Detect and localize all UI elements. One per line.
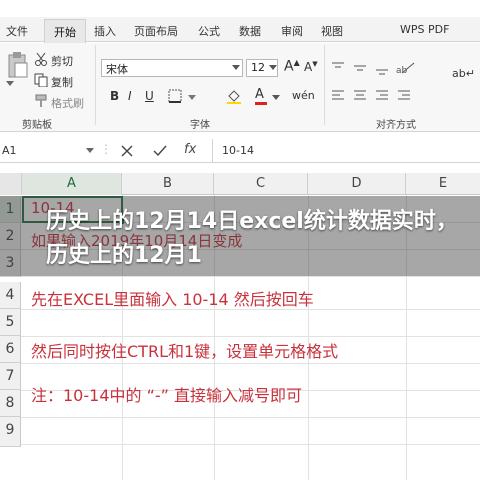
font-group-label: 字体 [190, 120, 210, 131]
tab-formulas[interactable]: 公式 [198, 23, 220, 39]
formula-input[interactable]: 10-14 [222, 144, 254, 157]
shrink-font-icon[interactable]: A▼ [304, 60, 318, 74]
checkmark-icon[interactable] [153, 145, 167, 157]
italic-icon[interactable]: I [128, 89, 132, 103]
row-header-5[interactable]: 5 [0, 309, 21, 336]
tab-wps-pdf[interactable]: WPS PDF [400, 23, 449, 36]
chevron-down-icon[interactable] [272, 95, 280, 101]
row-header-8[interactable]: 8 [0, 390, 21, 417]
cell-a6[interactable]: 然后同时按住CTRL和1键，设置单元格格式 [31, 338, 338, 362]
grid-line [0, 363, 480, 364]
copy-icon[interactable] [34, 73, 48, 87]
formula-bar: A1 ⋮ fx 10-14 [0, 139, 480, 163]
font-size-value: 12 [251, 61, 265, 74]
row-header-4[interactable]: 4 [0, 282, 21, 309]
column-header-d[interactable]: D [308, 173, 406, 195]
row-header-6[interactable]: 6 [0, 336, 21, 363]
grow-font-icon[interactable]: A▲ [284, 58, 300, 75]
scissors-icon[interactable] [34, 52, 48, 66]
tab-data[interactable]: 数据 [239, 23, 261, 39]
svg-text:ab: ab [396, 66, 408, 75]
ribbon: 剪切 复制 格式刷 剪贴板 宋体 12 A▲ A▼ B I U A wén 字体… [0, 43, 480, 132]
bold-icon[interactable]: B [110, 89, 119, 103]
clipboard-group-label: 剪贴板 [22, 120, 52, 131]
ribbon-separator [324, 45, 325, 125]
formula-divider [212, 139, 213, 163]
grid-line [0, 417, 480, 418]
font-name-select[interactable]: 宋体 [101, 59, 243, 77]
paste-icon[interactable] [6, 51, 28, 79]
border-icon[interactable] [168, 89, 182, 103]
align-left-icon[interactable] [332, 89, 420, 103]
tab-file[interactable]: 文件 [6, 23, 28, 39]
underline-icon[interactable]: U [145, 89, 154, 103]
wrap-text-icon[interactable]: ab↵ [452, 67, 475, 80]
tab-page-layout[interactable]: 页面布局 [134, 23, 178, 39]
ribbon-separator [95, 45, 96, 125]
column-header-c[interactable]: C [214, 173, 308, 195]
phonetic-icon[interactable]: wén [292, 89, 315, 102]
grid-line [0, 336, 480, 337]
column-header-b[interactable]: B [122, 173, 214, 195]
chevron-down-icon[interactable] [188, 95, 196, 101]
chevron-down-icon[interactable] [269, 65, 277, 71]
format-painter-button[interactable]: 格式刷 [51, 95, 84, 111]
more-icon: ⋮ [100, 142, 112, 156]
select-all-corner[interactable] [0, 173, 22, 195]
grid-line [0, 444, 480, 445]
chevron-down-icon[interactable] [86, 148, 94, 154]
align-top-icon[interactable]: ab [332, 61, 420, 75]
cell-a8[interactable]: 注：10-14中的 “-” 直接输入减号即可 [31, 382, 302, 406]
copy-button[interactable]: 复制 [51, 74, 73, 90]
insert-function-icon[interactable]: fx [184, 142, 196, 157]
tab-insert[interactable]: 插入 [94, 23, 116, 39]
name-box[interactable]: A1 [2, 144, 17, 157]
tab-home[interactable]: 开始 [44, 19, 86, 43]
column-header-row: A B C D E [0, 173, 480, 195]
chevron-down-icon[interactable] [232, 65, 240, 71]
cut-button[interactable]: 剪切 [51, 53, 73, 69]
alignment-group-label: 对齐方式 [376, 120, 416, 131]
overlay-title: 历史上的12月14日excel统计数据实时，历史上的12月1 [46, 209, 458, 268]
row-header-7[interactable]: 7 [0, 363, 21, 390]
grid-line [0, 276, 480, 277]
paste-dropdown-icon[interactable] [6, 81, 14, 87]
ribbon-tabs: 文件 开始 插入 页面布局 公式 数据 审阅 视图 WPS PDF [0, 17, 480, 43]
font-name-value: 宋体 [106, 63, 128, 76]
column-header-a[interactable]: A [22, 173, 122, 195]
format-painter-icon[interactable] [34, 94, 48, 108]
close-icon[interactable] [121, 145, 133, 157]
cell-a4[interactable]: 先在EXCEL里面输入 10-14 然后按回车 [31, 286, 314, 310]
tab-view[interactable]: 视图 [321, 23, 343, 39]
column-header-e[interactable]: E [406, 173, 480, 195]
row-header-9[interactable]: 9 [0, 417, 21, 447]
fill-color-icon[interactable] [226, 88, 242, 104]
tab-review[interactable]: 审阅 [281, 23, 303, 39]
font-color-icon[interactable]: A [255, 87, 264, 102]
font-color-swatch [255, 102, 267, 105]
